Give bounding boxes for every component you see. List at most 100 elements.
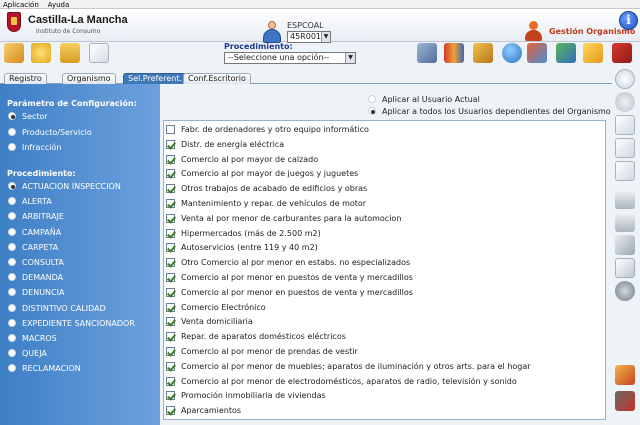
checkbox-icon[interactable]: [166, 154, 175, 164]
config-option-sector[interactable]: Sector: [8, 112, 48, 122]
sector-item[interactable]: Distr. de energía eléctrica: [166, 138, 284, 152]
tools-icon[interactable]: [615, 365, 635, 385]
radio-icon[interactable]: [368, 107, 376, 115]
procedimiento-option[interactable]: RECLAMACION: [8, 364, 81, 374]
radio-icon[interactable]: [8, 128, 16, 136]
procedimiento-option[interactable]: QUEJA: [8, 349, 47, 359]
sector-item[interactable]: Comercio al por menor en puestos de vent…: [166, 271, 413, 285]
tab-sel-preferent[interactable]: Sel.Preferent.: [123, 73, 188, 84]
org-code-select[interactable]: 45R001 ▼: [287, 31, 331, 43]
user-settings-icon[interactable]: [527, 43, 547, 63]
computer-icon[interactable]: [417, 43, 437, 63]
radio-icon[interactable]: [8, 334, 16, 342]
checkbox-icon[interactable]: [166, 213, 175, 223]
chevron-down-icon[interactable]: ▼: [345, 53, 355, 63]
radio-icon[interactable]: [8, 212, 16, 221]
radio-icon[interactable]: [8, 182, 16, 190]
radio-icon[interactable]: [8, 242, 16, 251]
checkbox-icon[interactable]: [166, 302, 175, 312]
tab-organismo[interactable]: Organismo: [62, 73, 116, 84]
radio-icon[interactable]: [8, 112, 16, 120]
car-icon[interactable]: [615, 391, 635, 411]
sector-item[interactable]: Otro Comercio al por menor en estabs. no…: [166, 256, 410, 270]
user-icon[interactable]: [262, 21, 282, 43]
tab-registro[interactable]: Registro: [4, 73, 47, 84]
gestion-organismo-icon[interactable]: [524, 21, 544, 41]
certificate-icon[interactable]: [583, 43, 603, 63]
sector-item[interactable]: Autoservicios (entre 119 y 40 m2): [166, 241, 318, 255]
procedimiento-option[interactable]: ARBITRAJE: [8, 212, 64, 222]
info-icon[interactable]: i: [619, 11, 638, 30]
checkbox-icon[interactable]: [166, 169, 175, 179]
checkbox-icon[interactable]: [166, 391, 175, 401]
sector-item[interactable]: Comercio al por menor de prendas de vest…: [166, 345, 358, 359]
sector-item[interactable]: Hipermercados (más de 2.500 m2): [166, 227, 321, 241]
config-option-producto[interactable]: Producto/Servicio: [8, 128, 92, 138]
radio-icon[interactable]: [8, 197, 16, 206]
procedimiento-option[interactable]: CAMPAÑA: [8, 227, 61, 238]
chevron-down-icon[interactable]: ▼: [321, 32, 330, 42]
sector-item[interactable]: Comercio Electrónico: [166, 301, 266, 315]
exit-icon[interactable]: [612, 43, 632, 63]
procedimiento-option[interactable]: ALERTA: [8, 197, 52, 207]
settings-tool-icon[interactable]: [4, 43, 24, 63]
radio-icon[interactable]: [8, 349, 16, 358]
sector-item[interactable]: Repar. de aparatos domésticos eléctricos: [166, 330, 346, 344]
checkbox-icon[interactable]: [166, 258, 175, 268]
books-icon[interactable]: [444, 43, 464, 63]
config-option-infraccion[interactable]: Infracción: [8, 143, 61, 153]
print-icon[interactable]: [615, 189, 635, 209]
procedimiento-option[interactable]: MACROS: [8, 334, 57, 344]
radio-icon[interactable]: [8, 227, 16, 236]
checkbox-icon[interactable]: [166, 139, 175, 149]
apply-current-user[interactable]: Aplicar al Usuario Actual: [368, 95, 480, 105]
radio-icon[interactable]: [8, 143, 16, 151]
attach-icon[interactable]: [615, 235, 635, 255]
folder-icon[interactable]: [60, 43, 80, 63]
sector-item[interactable]: Comercio al por mayor de calzado: [166, 153, 318, 167]
checkbox-icon[interactable]: [166, 376, 175, 386]
procedimiento-option[interactable]: DISTINTIVO CALIDAD: [8, 303, 106, 314]
checkbox-icon[interactable]: [166, 332, 175, 342]
boxes-icon[interactable]: [473, 43, 493, 63]
checkbox-icon[interactable]: [166, 199, 175, 208]
radio-icon[interactable]: [8, 258, 16, 266]
lightbulb-icon[interactable]: [31, 43, 51, 63]
procedimiento-option[interactable]: DENUNCIA: [8, 288, 64, 298]
procedimiento-option[interactable]: CARPETA: [8, 242, 58, 253]
radio-icon[interactable]: [8, 364, 16, 373]
checkbox-icon[interactable]: [166, 228, 175, 238]
checkbox-icon[interactable]: [166, 287, 175, 297]
globe-icon[interactable]: [502, 43, 522, 63]
checkbox-icon[interactable]: [166, 273, 175, 282]
sector-item[interactable]: Mantenimiento y repar. de vehículos de m…: [166, 197, 366, 211]
sector-item[interactable]: Comercio al por menor de muebles; aparat…: [166, 360, 531, 374]
document-edit-icon[interactable]: [615, 138, 635, 158]
checkbox-icon[interactable]: [166, 406, 175, 416]
checkbox-icon[interactable]: [166, 243, 175, 253]
sector-item[interactable]: Otros trabajos de acabado de edificios y…: [166, 182, 367, 196]
procedimiento-option[interactable]: ACTUACION INSPECCION: [8, 182, 121, 192]
back-icon[interactable]: [615, 92, 635, 112]
sector-item[interactable]: Comercio al por menor de electrodoméstic…: [166, 375, 517, 389]
save-icon[interactable]: [615, 212, 635, 232]
document-copy-icon[interactable]: [615, 161, 635, 181]
gear-icon[interactable]: [615, 281, 635, 301]
checkbox-icon[interactable]: [166, 184, 175, 194]
sector-item[interactable]: Fabr. de ordenadores y otro equipo infor…: [166, 123, 369, 137]
procedimiento-option[interactable]: DEMANDA: [8, 273, 63, 283]
zoom-icon[interactable]: [615, 69, 635, 89]
sector-item[interactable]: Comercio al por menor en puestos de vent…: [166, 286, 413, 300]
sector-item[interactable]: Comercio al por mayor de juegos y juguet…: [166, 167, 358, 181]
sector-item[interactable]: Promoción inmobiliaria de viviendas: [166, 389, 326, 403]
radio-icon[interactable]: [8, 288, 16, 297]
document-icon[interactable]: [615, 115, 635, 135]
checkbox-icon[interactable]: [166, 317, 175, 327]
sector-item[interactable]: Aparcamientos: [166, 404, 241, 418]
apply-all-users[interactable]: Aplicar a todos los Usuarios dependiente…: [368, 107, 638, 117]
procedure-select[interactable]: --Seleccione una opción-- ▼: [224, 52, 356, 64]
tab-conf-escritorio[interactable]: Conf.Escritorio: [183, 73, 251, 84]
radio-icon[interactable]: [8, 303, 16, 312]
text-format-icon[interactable]: [615, 258, 635, 278]
checkbox-icon[interactable]: [166, 361, 175, 371]
